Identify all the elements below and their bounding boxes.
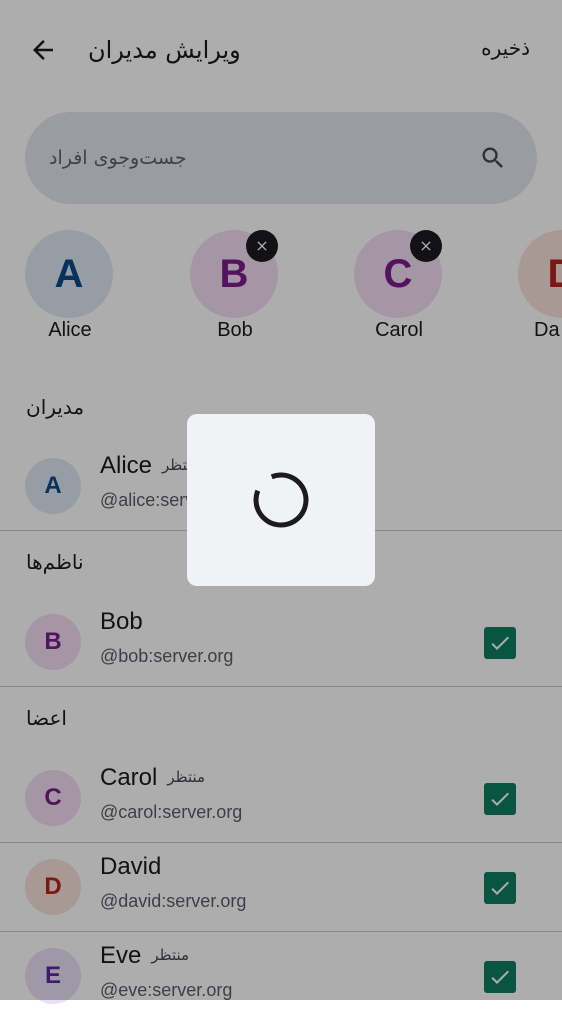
loading-dialog [187,414,375,586]
spinner-icon [253,472,309,528]
